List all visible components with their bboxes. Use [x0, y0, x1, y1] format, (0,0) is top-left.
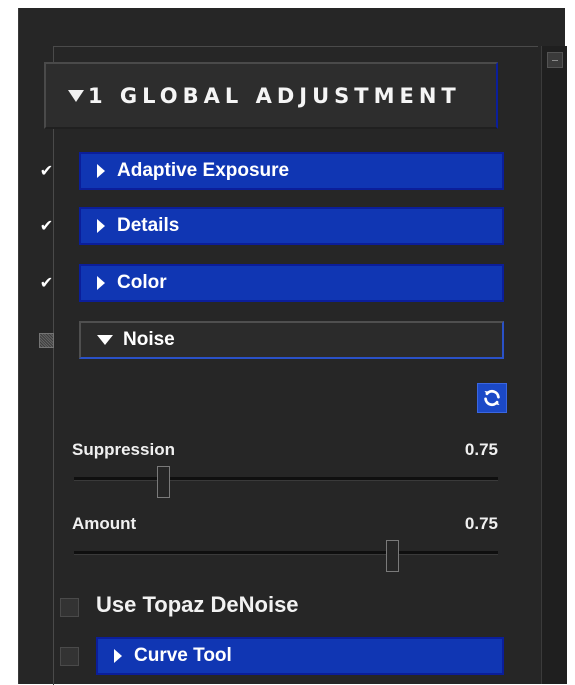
amount-value: 0.75 — [464, 514, 498, 533]
curve-tool-checkbox[interactable] — [60, 647, 79, 666]
suppression-value: 0.75 — [464, 440, 498, 459]
refresh-icon — [484, 389, 500, 407]
curve-tool-label: Curve Tool — [134, 645, 232, 666]
global-adjustment-title: 1 GLOBAL ADJUSTMENT — [88, 83, 461, 108]
noise-checkbox[interactable] — [39, 333, 54, 348]
panel-inner-frame — [53, 46, 538, 685]
details-checkbox[interactable]: ✔ — [39, 218, 54, 234]
amount-slider-track[interactable] — [74, 551, 498, 555]
use-topaz-denoise-label: Use Topaz DeNoise — [96, 592, 299, 617]
expand-triangle-icon — [114, 649, 122, 663]
noise-label: Noise — [123, 329, 175, 350]
amount-label: Amount — [72, 514, 137, 533]
color-checkbox[interactable]: ✔ — [39, 275, 54, 291]
details-label: Details — [117, 215, 180, 236]
details-section-header[interactable]: Details — [79, 207, 504, 245]
collapse-triangle-icon — [97, 335, 113, 345]
adaptive-exposure-section-header[interactable]: Adaptive Exposure — [79, 152, 504, 190]
noise-section-header[interactable]: Noise — [79, 321, 504, 359]
color-section-header[interactable]: Color — [79, 264, 504, 302]
section-row-adaptive-exposure: ✔ Adaptive Exposure — [39, 151, 504, 192]
color-label: Color — [117, 272, 167, 293]
suppression-slider-thumb[interactable] — [157, 466, 171, 498]
expand-triangle-icon — [97, 219, 105, 233]
scroll-up-button[interactable] — [547, 52, 563, 68]
global-adjustment-header[interactable]: 1 GLOBAL ADJUSTMENT — [44, 62, 498, 129]
expand-triangle-icon — [97, 164, 105, 178]
section-row-noise: Noise — [39, 320, 504, 361]
section-row-color: ✔ Color — [39, 263, 504, 304]
section-row-curve-tool: Curve Tool — [39, 636, 504, 677]
section-row-details: ✔ Details — [39, 206, 504, 247]
suppression-label: Suppression — [72, 440, 175, 459]
use-topaz-denoise-checkbox[interactable] — [60, 598, 79, 617]
refresh-button[interactable] — [477, 383, 507, 413]
curve-tool-section-header[interactable]: Curve Tool — [96, 637, 504, 675]
adaptive-exposure-label: Adaptive Exposure — [117, 160, 290, 181]
amount-slider-thumb[interactable] — [386, 540, 399, 572]
vertical-scrollbar[interactable] — [541, 46, 567, 684]
suppression-slider-track[interactable] — [74, 477, 498, 481]
collapse-triangle-icon — [68, 89, 84, 102]
expand-triangle-icon — [97, 276, 105, 290]
adaptive-exposure-checkbox[interactable]: ✔ — [39, 163, 54, 179]
